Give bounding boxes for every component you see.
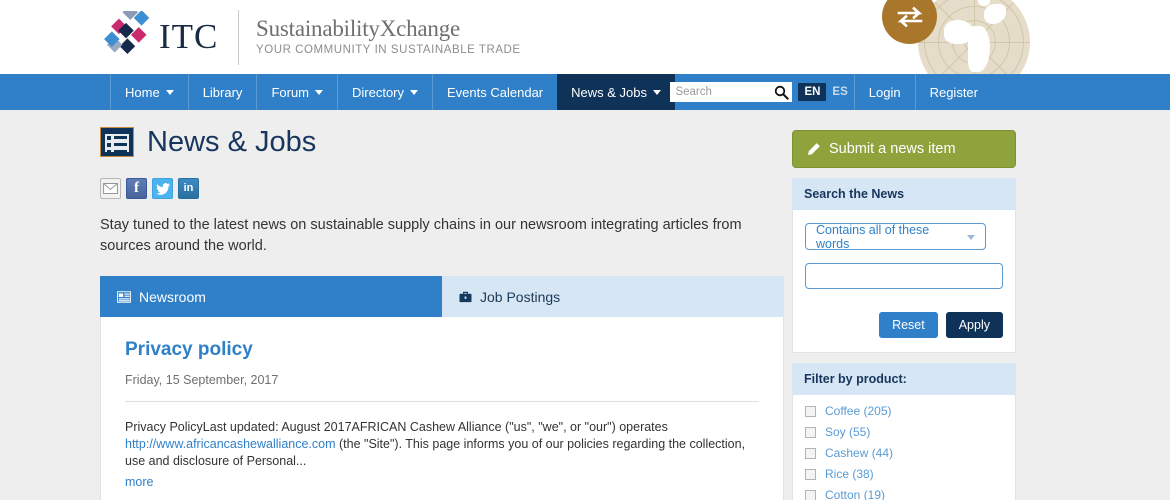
nav-utilities: EN ES Login Register — [670, 74, 992, 110]
nav-label: Library — [202, 84, 243, 100]
main-content-column: News & Jobs f in Stay tuned to the lates… — [100, 110, 784, 500]
submit-news-item-button[interactable]: Submit a news item — [792, 130, 1016, 168]
filter-by-product-box: Filter by product: Coffee (205) Soy (55)… — [792, 363, 1016, 500]
page-header: News & Jobs — [100, 110, 784, 158]
article-date: Friday, 15 September, 2017 — [125, 373, 279, 387]
article-more-link[interactable]: more — [125, 475, 153, 489]
tab-label: Job Postings — [480, 288, 561, 305]
search-mode-value: Contains all of these words — [816, 222, 930, 251]
facebook-share-icon[interactable]: f — [126, 178, 147, 199]
email-share-icon[interactable] — [100, 178, 121, 199]
tab-label: Newsroom — [139, 288, 206, 305]
nav-item-events-calendar[interactable]: Events Calendar — [432, 74, 557, 110]
news-search-input[interactable] — [806, 264, 1002, 288]
article-title[interactable]: Privacy policy — [125, 339, 759, 361]
page-intro-text: Stay tuned to the latest news on sustain… — [100, 217, 742, 254]
filter-item-soy[interactable]: Soy (55) — [805, 425, 1003, 439]
itc-logo-text: ITC — [159, 17, 219, 56]
itc-diamond-logo-icon — [100, 4, 152, 63]
filter-item-cashew[interactable]: Cashew (44) — [805, 446, 1003, 460]
content-tabs: Newsroom Job Postings — [100, 276, 784, 317]
linkedin-share-icon[interactable]: in — [178, 178, 199, 199]
brand-block[interactable]: SustainabilityXchange YOUR COMMUNITY IN … — [256, 16, 521, 56]
register-link[interactable]: Register — [914, 74, 992, 110]
filter-item-cotton[interactable]: Cotton (19) — [805, 488, 1003, 500]
filter-item-coffee[interactable]: Coffee (205) — [805, 404, 1003, 418]
checkbox-icon[interactable] — [805, 405, 816, 417]
filter-label: Cotton (19) — [825, 488, 886, 500]
social-share-row: f in — [100, 178, 784, 199]
checkbox-icon[interactable] — [805, 468, 816, 480]
chevron-down-icon — [653, 89, 662, 95]
main-navbar: Home Library Forum Directory Events Cale… — [0, 74, 1170, 110]
filter-list: Coffee (205) Soy (55) Cashew (44) Rice (… — [792, 395, 1016, 500]
search-news-heading: Search the News — [792, 178, 1016, 210]
pencil-icon — [806, 142, 821, 157]
search-news-box: Search the News Contains all of these wo… — [792, 178, 1016, 353]
nav-item-library[interactable]: Library — [187, 74, 257, 110]
nav-item-news-jobs[interactable]: News & Jobs — [557, 74, 676, 110]
nav-item-home[interactable]: Home — [110, 74, 188, 110]
right-sidebar: Submit a news item Search the News Conta… — [792, 110, 1016, 500]
itc-globe-trade-icon — [880, 0, 1040, 74]
nav-item-directory[interactable]: Directory — [337, 74, 432, 110]
news-search-field[interactable] — [805, 263, 1003, 289]
apply-button[interactable]: Apply — [945, 312, 1003, 338]
search-actions: Reset Apply — [805, 312, 1003, 338]
nav-label: Directory — [352, 84, 405, 100]
checkbox-icon[interactable] — [805, 426, 816, 438]
lang-button-es[interactable]: ES — [826, 83, 853, 101]
site-header: ITC SustainabilityXchange YOUR COMMUNITY… — [0, 0, 1170, 74]
filter-label: Soy (55) — [825, 425, 871, 439]
chevron-down-icon — [165, 89, 174, 95]
chevron-down-icon — [410, 89, 419, 95]
tab-job-postings[interactable]: Job Postings — [442, 276, 784, 317]
submit-news-item-label: Submit a news item — [829, 141, 956, 157]
reset-button[interactable]: Reset — [879, 312, 938, 338]
article-divider — [125, 401, 759, 402]
briefcase-icon — [459, 291, 472, 303]
lang-button-en[interactable]: EN — [798, 83, 827, 101]
twitter-share-icon[interactable] — [152, 178, 173, 199]
filter-label: Coffee (205) — [825, 404, 892, 418]
checkbox-icon[interactable] — [805, 489, 816, 500]
newsroom-icon — [117, 290, 131, 303]
nav-items: Home Library Forum Directory Events Cale… — [110, 74, 676, 110]
nav-label: Events Calendar — [447, 84, 544, 100]
chevron-down-icon — [967, 235, 975, 240]
search-mode-select[interactable]: Contains all of these words — [805, 222, 986, 251]
article-body: Privacy PolicyLast updated: August 2017A… — [125, 419, 759, 470]
brand-subtitle: YOUR COMMUNITY IN SUSTAINABLE TRADE — [256, 44, 521, 56]
login-link[interactable]: Login — [853, 74, 915, 110]
header-divider — [238, 10, 239, 65]
nav-label: Home — [125, 84, 160, 100]
nav-search-box[interactable] — [670, 82, 793, 102]
brand-title: SustainabilityXchange — [256, 16, 461, 41]
page-body: News & Jobs f in Stay tuned to the lates… — [0, 110, 1170, 500]
checkbox-icon[interactable] — [805, 447, 816, 459]
newsroom-panel: Privacy policy Friday, 15 September, 201… — [100, 317, 784, 500]
article-external-link[interactable]: http://www.africancashewalliance.com — [125, 437, 336, 451]
nav-label: News & Jobs — [571, 84, 648, 100]
article-body-pre: Privacy PolicyLast updated: August 2017A… — [125, 420, 668, 434]
chevron-down-icon — [315, 89, 323, 95]
filter-item-rice[interactable]: Rice (38) — [805, 467, 1003, 481]
page-title: News & Jobs — [147, 126, 317, 158]
search-icon[interactable] — [772, 83, 790, 101]
search-input[interactable] — [670, 83, 769, 101]
itc-logo[interactable]: ITC — [100, 4, 219, 63]
filter-by-product-heading: Filter by product: — [792, 363, 1016, 395]
nav-label: Forum — [271, 84, 309, 100]
nav-item-forum[interactable]: Forum — [256, 74, 337, 110]
filter-label: Rice (38) — [825, 467, 874, 481]
newspaper-icon — [100, 127, 134, 157]
filter-label: Cashew (44) — [825, 446, 894, 460]
tab-newsroom[interactable]: Newsroom — [100, 276, 442, 317]
language-switcher: EN ES — [798, 83, 853, 101]
